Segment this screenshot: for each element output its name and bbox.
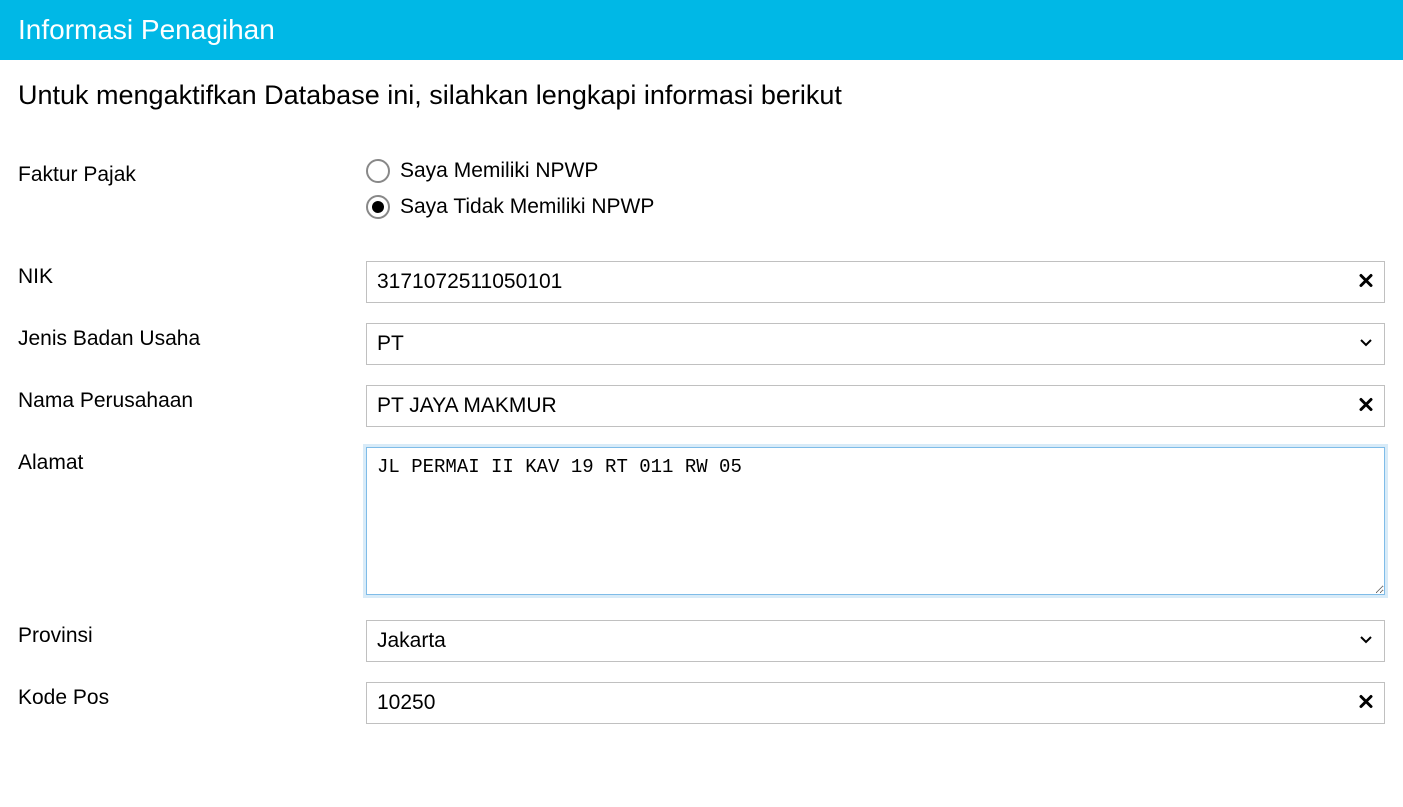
x-icon: [1359, 398, 1373, 412]
form-row-provinsi: Provinsi: [18, 620, 1385, 662]
nik-input[interactable]: [366, 261, 1385, 303]
form-container: Untuk mengaktifkan Database ini, silahka…: [0, 60, 1403, 764]
label-jenis-badan-usaha: Jenis Badan Usaha: [18, 323, 366, 351]
textarea-wrapper-alamat: JL PERMAI II KAV 19 RT 011 RW 05: [366, 447, 1385, 600]
label-provinsi: Provinsi: [18, 620, 366, 648]
nama-perusahaan-input[interactable]: [366, 385, 1385, 427]
clear-icon[interactable]: [1359, 693, 1373, 714]
select-wrapper-provinsi: [366, 620, 1385, 662]
radio-icon-selected: [366, 195, 390, 219]
label-alamat: Alamat: [18, 447, 366, 475]
form-row-alamat: Alamat JL PERMAI II KAV 19 RT 011 RW 05: [18, 447, 1385, 600]
clear-icon[interactable]: [1359, 272, 1373, 293]
clear-icon[interactable]: [1359, 396, 1373, 417]
radio-option-has-npwp[interactable]: Saya Memiliki NPWP: [366, 159, 1385, 183]
form-row-kode-pos: Kode Pos: [18, 682, 1385, 724]
label-kode-pos: Kode Pos: [18, 682, 366, 710]
form-row-faktur-pajak: Faktur Pajak Saya Memiliki NPWP: [18, 159, 1385, 187]
page-subtitle: Untuk mengaktifkan Database ini, silahka…: [18, 80, 1385, 111]
x-icon: [1359, 695, 1373, 709]
input-wrapper-kodepos: [366, 682, 1385, 724]
form-row-nik: NIK: [18, 261, 1385, 303]
radio-option-no-npwp[interactable]: Saya Tidak Memiliki NPWP: [366, 195, 1385, 219]
page-header: Informasi Penagihan: [0, 0, 1403, 60]
label-spacer: [18, 195, 366, 199]
label-nik: NIK: [18, 261, 366, 289]
radio-group-faktur-pajak-2: Saya Tidak Memiliki NPWP: [366, 195, 1385, 219]
radio-icon: [366, 159, 390, 183]
form-row-faktur-pajak-2: Saya Tidak Memiliki NPWP: [18, 195, 1385, 219]
form-row-nama-perusahaan: Nama Perusahaan: [18, 385, 1385, 427]
radio-group-faktur-pajak: Saya Memiliki NPWP: [366, 159, 1385, 183]
select-wrapper-jenis: [366, 323, 1385, 365]
kode-pos-input[interactable]: [366, 682, 1385, 724]
alamat-textarea[interactable]: JL PERMAI II KAV 19 RT 011 RW 05: [366, 447, 1385, 595]
provinsi-select[interactable]: [366, 620, 1385, 662]
input-wrapper-nama: [366, 385, 1385, 427]
input-wrapper-nik: [366, 261, 1385, 303]
x-icon: [1359, 274, 1373, 288]
radio-label-has-npwp: Saya Memiliki NPWP: [400, 159, 598, 183]
label-faktur-pajak: Faktur Pajak: [18, 159, 366, 187]
radio-label-no-npwp: Saya Tidak Memiliki NPWP: [400, 195, 654, 219]
jenis-badan-usaha-select[interactable]: [366, 323, 1385, 365]
label-nama-perusahaan: Nama Perusahaan: [18, 385, 366, 413]
page-title: Informasi Penagihan: [18, 14, 275, 45]
form-row-jenis-badan-usaha: Jenis Badan Usaha: [18, 323, 1385, 365]
